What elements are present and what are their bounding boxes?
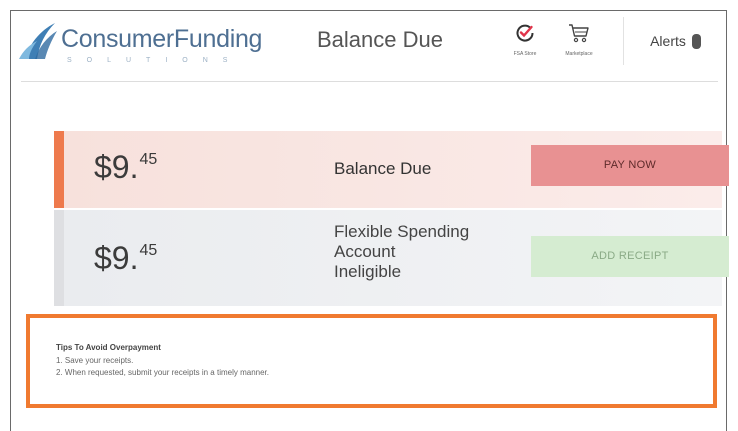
tips-panel: Tips To Avoid Overpayment 1. Save your r… — [26, 314, 717, 408]
fsa-store-label: FSA Store — [513, 51, 537, 57]
balance-amount-main: $9. — [94, 149, 139, 185]
logo-mark-icon — [19, 23, 57, 59]
cart-icon — [569, 24, 589, 43]
brand-subtitle: SOLUTIONS — [67, 57, 243, 64]
page-title: Balance Due — [317, 27, 443, 52]
marketplace-link[interactable]: Marketplace — [549, 23, 609, 57]
marketplace-label: Marketplace — [565, 51, 593, 57]
fsa-amount: $9.45 — [94, 240, 157, 277]
fsa-label-line: Flexible Spending — [334, 222, 470, 241]
fsa-store-icon — [516, 24, 534, 42]
alerts-label: Alerts — [650, 33, 686, 49]
brand-name: ConsumerFunding — [61, 25, 263, 53]
fsa-label-line: Ineligible — [334, 262, 402, 281]
header: ConsumerFunding SOLUTIONS Balance Due FS… — [11, 11, 726, 73]
fsa-card: $9.45 Flexible Spending Account Ineligib… — [54, 210, 729, 306]
alerts-button[interactable]: Alerts — [623, 17, 727, 65]
pay-now-button[interactable]: PAY NOW — [531, 145, 729, 186]
add-receipt-button[interactable]: ADD RECEIPT — [531, 236, 729, 277]
fsa-amount-main: $9. — [94, 240, 139, 276]
alerts-badge — [691, 33, 701, 49]
tip-item: 1. Save your receipts. — [56, 356, 134, 365]
tips-title: Tips To Avoid Overpayment — [56, 343, 161, 352]
brand-logo[interactable]: ConsumerFunding SOLUTIONS — [19, 17, 269, 67]
fsa-label-line: Account — [334, 242, 396, 261]
balance-amount: $9.45 — [94, 149, 157, 186]
fsa-status-label: Flexible Spending Account Ineligible — [334, 222, 504, 282]
balance-due-card: $9.45 Balance Due PAY NOW — [54, 131, 729, 208]
tips-list: 1. Save your receipts. 2. When requested… — [56, 355, 269, 379]
header-divider — [21, 81, 718, 82]
balance-amount-cents: 45 — [139, 151, 158, 168]
tip-item: 2. When requested, submit your receipts … — [56, 368, 269, 377]
fsa-amount-cents: 45 — [139, 242, 158, 259]
fsa-store-link[interactable]: FSA Store — [495, 23, 555, 57]
app-frame: ConsumerFunding SOLUTIONS Balance Due FS… — [10, 10, 729, 431]
balance-due-label: Balance Due — [334, 159, 432, 178]
